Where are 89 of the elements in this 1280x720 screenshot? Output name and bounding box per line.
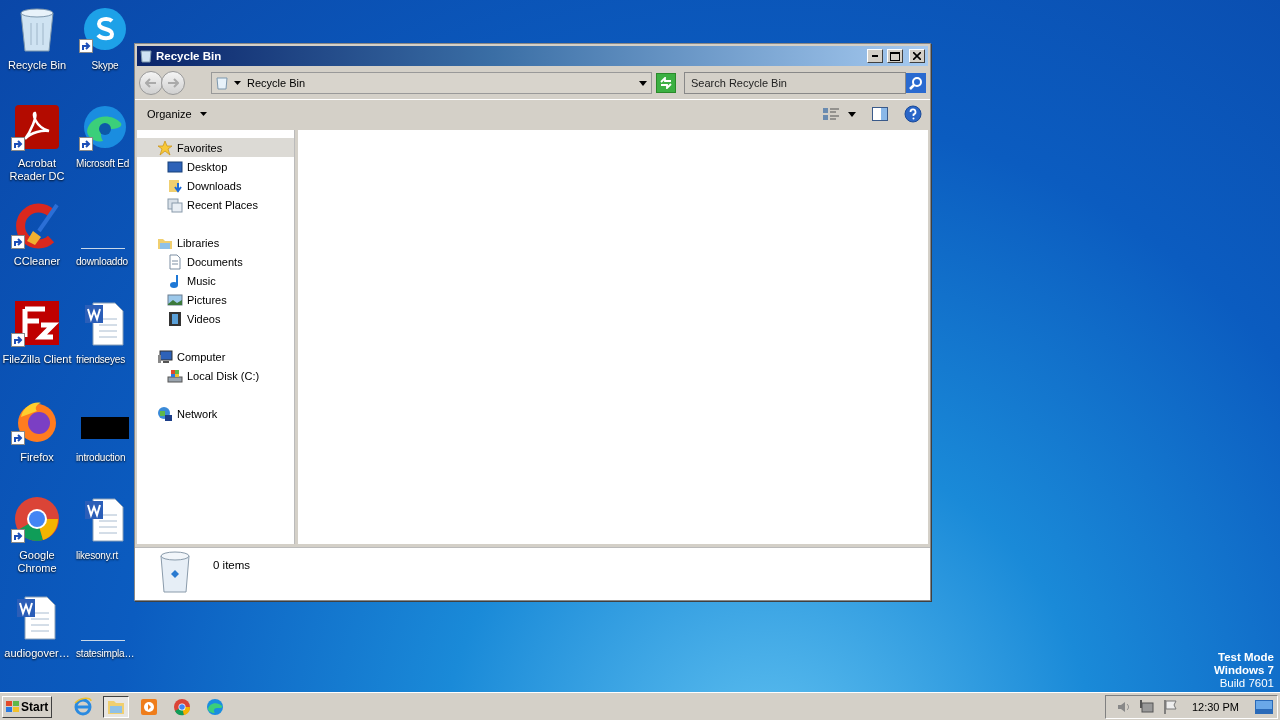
shortcut-arrow-icon xyxy=(79,137,93,151)
chrome-icon xyxy=(172,696,193,717)
address-bar[interactable]: Recycle Bin xyxy=(211,72,652,94)
hard-disk-icon xyxy=(167,367,183,384)
desktop-icon-label[interactable]: Firefox xyxy=(20,451,54,464)
close-button[interactable] xyxy=(909,49,925,63)
document-icon xyxy=(167,253,183,270)
forward-arrow-icon xyxy=(167,78,179,88)
picture-icon xyxy=(167,291,183,308)
item-count: 0 items xyxy=(213,559,251,571)
os-notice-text: Windows 7 xyxy=(1214,664,1274,677)
nav-pane-item[interactable]: Local Disk (C:) xyxy=(137,366,294,385)
show-desktop-icon[interactable] xyxy=(1255,699,1273,714)
desktop-icon-label[interactable]: Recycle Bin xyxy=(7,59,67,72)
desktop-icon-label[interactable]: CCleaner xyxy=(13,255,61,268)
file-thumbnail-icon xyxy=(81,417,129,439)
nav-pane-item[interactable]: Network xyxy=(137,404,294,423)
desktop-icon-label[interactable]: Skype xyxy=(76,59,134,72)
minimize-button[interactable] xyxy=(867,49,883,63)
recycle-bin-icon xyxy=(140,49,152,63)
edge-icon xyxy=(205,696,226,717)
desktop-icon-label[interactable]: Google Chrome xyxy=(1,549,73,575)
nav-pane-item[interactable]: Computer xyxy=(137,347,294,366)
film-icon xyxy=(167,310,183,327)
shortcut-arrow-icon xyxy=(11,529,25,543)
desktop-icon-label[interactable]: statesimpla… xyxy=(76,647,134,660)
clock[interactable]: 12:30 PM xyxy=(1191,700,1239,713)
organize-button[interactable]: Organize xyxy=(141,106,213,122)
star-icon xyxy=(157,139,173,156)
shortcut-arrow-icon xyxy=(11,333,25,347)
shortcut-arrow-icon xyxy=(11,431,25,445)
acrobat-icon xyxy=(13,103,61,151)
desktop-icon-label[interactable]: likesony.rt xyxy=(76,549,134,562)
os-notice-text: Build 7601 xyxy=(1218,677,1274,690)
network-globe-icon xyxy=(157,405,173,422)
os-notice-text: Test Mode xyxy=(1217,651,1274,664)
caret-icon[interactable] xyxy=(234,81,241,85)
ie-icon xyxy=(73,696,94,717)
edge-icon xyxy=(81,103,129,151)
minimize-icon xyxy=(872,55,878,57)
maximize-button[interactable] xyxy=(887,49,903,63)
nav-pane-item[interactable]: Libraries xyxy=(137,233,294,252)
nav-pane-item[interactable]: Recent Places xyxy=(137,195,294,214)
recycle-bin-icon xyxy=(157,550,193,594)
help-button[interactable] xyxy=(904,105,922,123)
desktop-icon-label[interactable]: friendseyes xyxy=(76,353,134,366)
skype-icon xyxy=(81,5,129,53)
close-icon xyxy=(913,52,921,60)
desktop-icon-label[interactable]: Acrobat Reader DC xyxy=(1,157,73,183)
shortcut-arrow-icon xyxy=(11,235,25,249)
start-button[interactable]: Start xyxy=(2,695,53,718)
network-icon[interactable] xyxy=(1137,698,1154,715)
nav-pane-item[interactable]: Favorites xyxy=(137,138,294,157)
windows-logo-icon xyxy=(6,701,19,712)
recycle-bin-icon xyxy=(216,76,228,90)
search-icon xyxy=(909,76,923,90)
maximize-icon xyxy=(890,51,900,61)
caret-icon[interactable] xyxy=(639,80,647,86)
nav-pane-item[interactable]: Videos xyxy=(137,309,294,328)
download-folder-icon xyxy=(167,177,183,194)
filezilla-icon xyxy=(13,299,61,347)
window-title: Recycle Bin xyxy=(156,50,223,62)
search-button[interactable] xyxy=(906,73,926,93)
ccleaner-icon xyxy=(13,201,61,249)
desktop-icon-label[interactable]: introduction xyxy=(76,451,134,464)
shortcut-arrow-icon xyxy=(79,39,93,53)
desktop-icon-label[interactable]: downloaddo xyxy=(76,255,134,268)
recent-places-icon xyxy=(167,196,183,213)
desktop-icon xyxy=(167,158,183,175)
caret-button[interactable] xyxy=(848,111,856,117)
desktop-icon-label[interactable]: FileZilla Client xyxy=(1,353,73,366)
back-arrow-icon xyxy=(145,78,157,88)
computer-icon xyxy=(157,348,173,365)
search-field[interactable]: Search Recycle Bin xyxy=(684,72,906,94)
nav-pane-item[interactable]: Music xyxy=(137,271,294,290)
chrome-icon xyxy=(13,495,61,543)
caret-icon xyxy=(199,112,207,116)
nav-pane-item[interactable]: Documents xyxy=(137,252,294,271)
media-player-icon xyxy=(139,696,160,717)
nav-pane-item[interactable]: Pictures xyxy=(137,290,294,309)
nav-pane-item[interactable]: Desktop xyxy=(137,157,294,176)
desktop-icon-label[interactable]: audiogover… xyxy=(4,647,70,660)
desktop-icon-label[interactable]: Microsoft Ed xyxy=(76,157,134,170)
preview-pane-button[interactable] xyxy=(872,107,888,121)
refresh-button[interactable] xyxy=(656,73,676,93)
flag-icon[interactable] xyxy=(1161,698,1178,715)
taskbar-app-button[interactable] xyxy=(103,695,130,718)
nav-pane-item[interactable]: Downloads xyxy=(137,176,294,195)
shortcut-arrow-icon xyxy=(11,137,25,151)
